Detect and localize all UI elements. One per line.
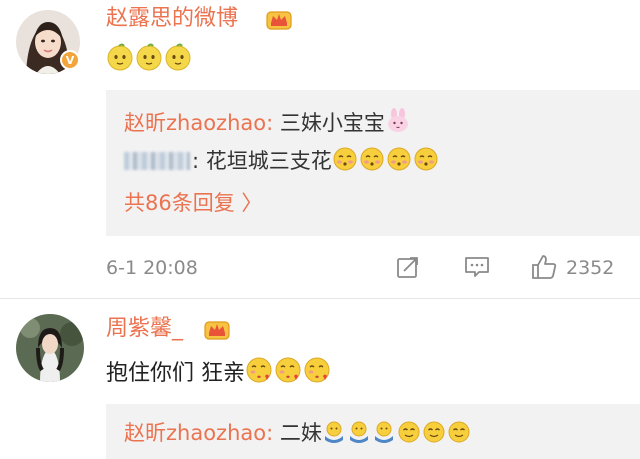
comment-icon[interactable]: [464, 255, 490, 279]
comment-content: 抱住你们 狂亲: [106, 356, 332, 392]
view-more-replies-link[interactable]: 共86条回复 〉: [124, 190, 262, 216]
blushing-face-emoji: [413, 146, 439, 178]
crown-badge-icon: [266, 11, 292, 30]
blurred-username: [124, 152, 190, 170]
pink-bunny-emoji: [385, 108, 411, 140]
reply-item: 赵昕zhaozhao: 三妹小宝宝: [124, 108, 412, 140]
kiss-face-emoji: [245, 356, 273, 392]
smile-face-emoji: [422, 420, 446, 450]
like-count: 2352: [566, 257, 615, 279]
reply-text: 二妹: [279, 421, 322, 445]
reply-text: 三妹小宝宝: [279, 111, 385, 135]
hug-emoji: [347, 420, 371, 450]
smile-face-emoji: [397, 420, 421, 450]
smile-face-emoji: [447, 420, 471, 450]
comment-content: [106, 43, 193, 79]
hug-emoji: [322, 420, 346, 450]
forward-icon[interactable]: [396, 255, 420, 279]
comment-text: 抱住你们 狂亲: [106, 361, 245, 386]
hug-emoji: [372, 420, 396, 450]
yellow-face-emoji: [164, 43, 192, 79]
reply-preview-box[interactable]: 赵昕zhaozhao: 三妹小宝宝 : 花垣城三支花 共86条回复 〉: [106, 90, 640, 236]
user-avatar[interactable]: [16, 314, 84, 382]
reply-item: 赵昕zhaozhao: 二妹: [124, 420, 472, 450]
kiss-face-emoji: [303, 356, 331, 392]
reply-username[interactable]: 赵昕zhaozhao:: [124, 421, 273, 445]
like-icon[interactable]: [530, 253, 558, 281]
reply-item: : 花垣城三支花: [124, 146, 440, 178]
reply-preview-box[interactable]: 赵昕zhaozhao: 二妹: [106, 404, 640, 459]
blushing-face-emoji: [386, 146, 412, 178]
weibo-comment-list: V 赵露思的微博 赵昕zhaozhao: 三妹小宝宝 : 花垣城三支花 共86条…: [0, 0, 640, 459]
reply-text: : 花垣城三支花: [192, 149, 332, 173]
crown-badge-icon: [204, 321, 230, 340]
comment-divider: [0, 298, 640, 299]
comment-timestamp: 6-1 20:08: [106, 257, 198, 279]
reply-username[interactable]: 赵昕zhaozhao:: [124, 111, 273, 135]
comment-username[interactable]: 赵露思的微博: [106, 6, 238, 32]
kiss-face-emoji: [274, 356, 302, 392]
yellow-face-emoji: [106, 43, 134, 79]
blushing-face-emoji: [359, 146, 385, 178]
comment-username[interactable]: 周紫馨_: [106, 316, 183, 342]
verified-badge: V: [60, 50, 80, 70]
blushing-face-emoji: [332, 146, 358, 178]
yellow-face-emoji: [135, 43, 163, 79]
